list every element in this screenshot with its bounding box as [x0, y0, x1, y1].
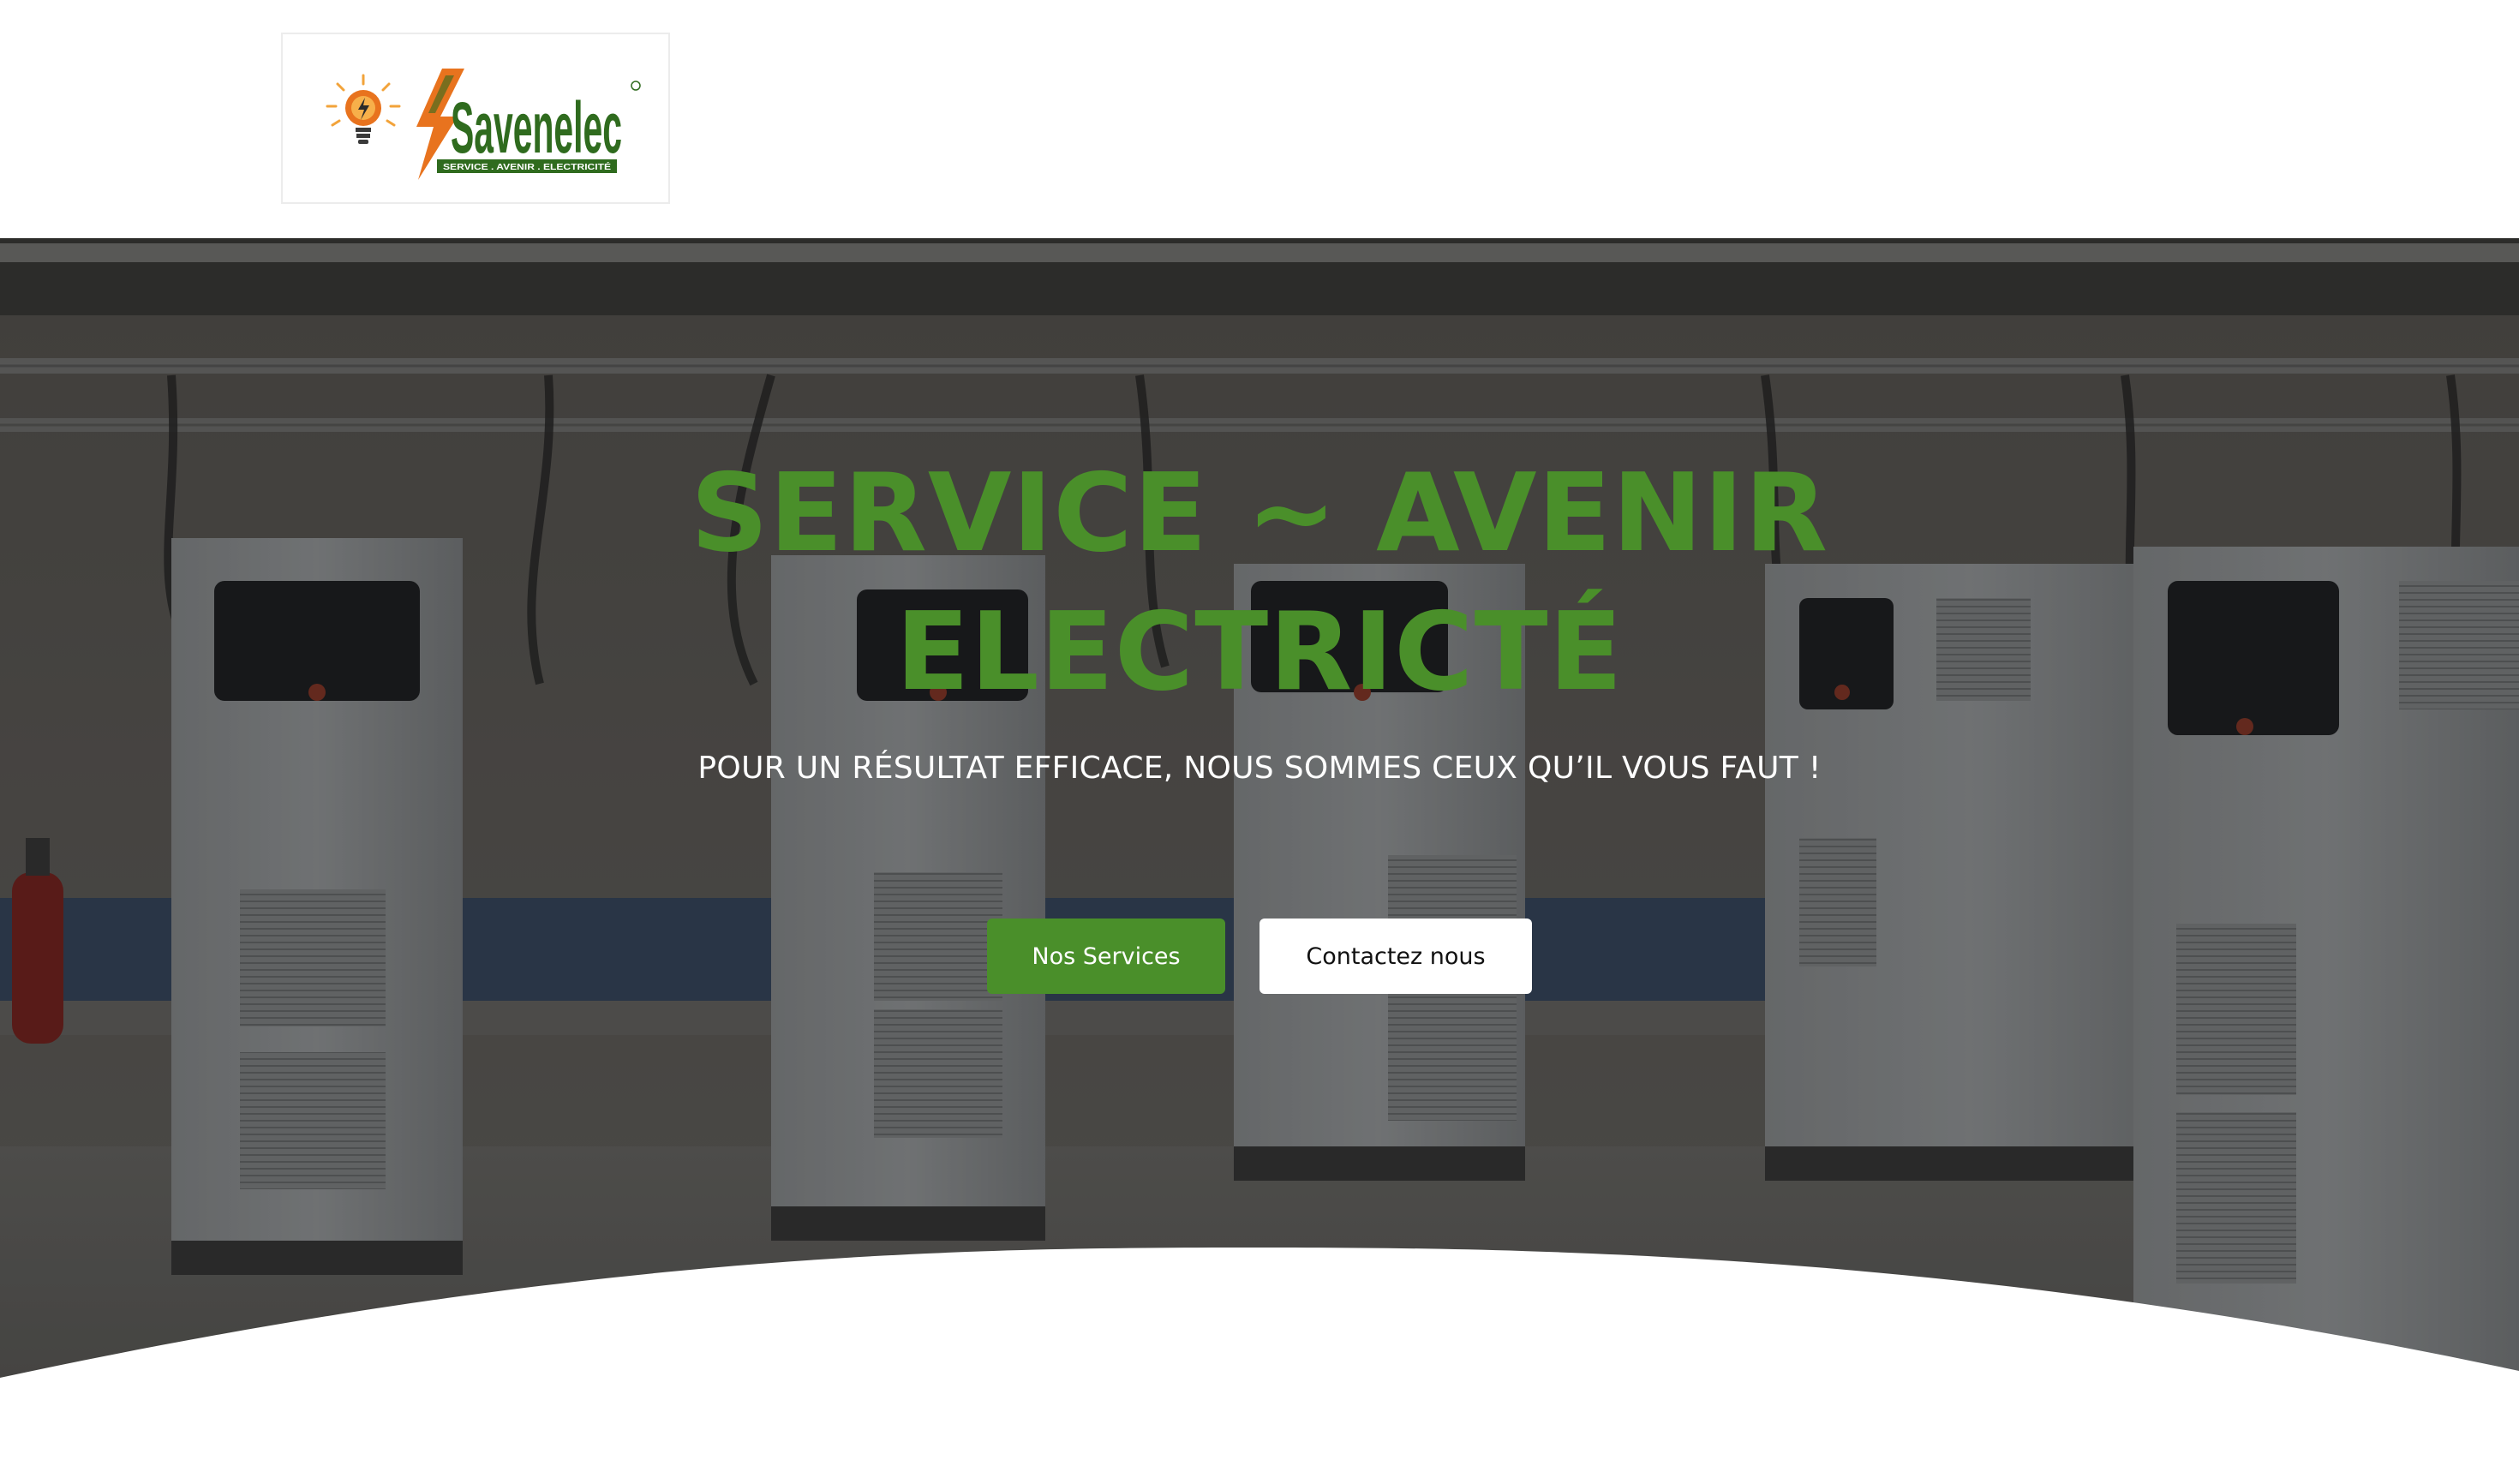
site-header: Savenelec SERVICE . AVENIR . ELECTRICITÉ [0, 0, 2519, 238]
savenelec-logo: Savenelec SERVICE . AVENIR . ELECTRICITÉ [416, 69, 641, 180]
contactez-nous-button[interactable]: Contactez nous [1260, 919, 1532, 994]
hero-section: SERVICE ~ AVENIR ELECTRICTÉ POUR UN RÉSU… [0, 238, 2519, 1484]
hero-title: SERVICE ~ AVENIR ELECTRICTÉ [0, 444, 2519, 721]
logo-brand-text: Savenelec [451, 87, 622, 168]
hero-title-line2: ELECTRICTÉ [895, 589, 1624, 715]
hero-subtitle: POUR UN RÉSULTAT EFFICACE, NOUS SOMMES C… [697, 751, 1822, 786]
hero-background-image [0, 238, 2519, 1484]
hero-title-line1: SERVICE ~ AVENIR [691, 450, 1828, 576]
logo-tagline-text: SERVICE . AVENIR . ELECTRICITÉ [443, 161, 611, 172]
lightbulb-icon [326, 74, 401, 144]
nos-services-button[interactable]: Nos Services [987, 919, 1225, 994]
site-logo[interactable]: Savenelec SERVICE . AVENIR . ELECTRICITÉ [281, 33, 670, 204]
